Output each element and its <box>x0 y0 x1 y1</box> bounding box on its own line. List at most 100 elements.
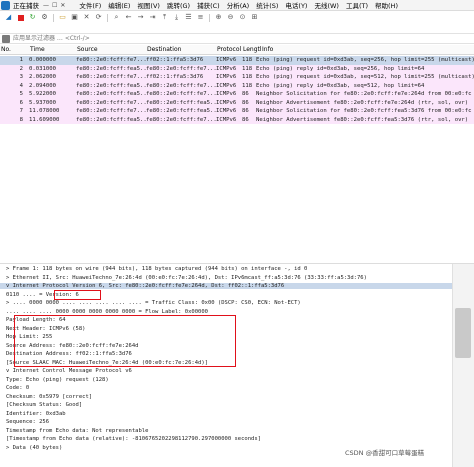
column-header-protocol[interactable]: Protocol <box>216 46 242 53</box>
restart-capture-icon[interactable]: ↻ <box>28 13 37 22</box>
go-to-packet-icon[interactable]: ⇥ <box>148 13 157 22</box>
packet-row[interactable]: 4 2.094000 fe80::2e0:fcff:fea5... fe80::… <box>0 81 474 90</box>
last-packet-icon[interactable]: ⤓ <box>172 13 181 22</box>
wireshark-fin-icon <box>1 0 10 10</box>
detail-ethernet-line[interactable]: > Ethernet II, Src: HuaweiTechno_7e:26:4… <box>6 275 367 281</box>
packet-row[interactable]: 8 11.609000 fe80::2e0:fcff:fea5... fe80:… <box>0 115 474 124</box>
close-icon[interactable]: ✕ <box>60 2 65 9</box>
start-capture-icon[interactable]: ◢ <box>4 13 13 22</box>
stop-capture-icon[interactable] <box>16 13 25 22</box>
column-header-source[interactable]: Source <box>76 46 146 53</box>
detail-frame-line[interactable]: > Frame 1: 118 bytes on wire (944 bits),… <box>6 266 307 272</box>
packet-info: Neighbor Advertisement fe80::2e0:fcff:fe… <box>256 116 469 123</box>
packet-destination: fe80::2e0:fcff:fea5... <box>146 108 216 115</box>
packet-info: Neighbor Solicitation for fe80::2e0:fcff… <box>256 108 472 115</box>
capture-options-icon[interactable]: ⚙ <box>40 13 49 22</box>
packet-source: fe80::2e0:fcff:fea5... <box>76 65 146 72</box>
packet-row[interactable]: 1 0.000000 fe80::2e0:fcff:fe7... ff02::1… <box>0 56 474 65</box>
details-scrollbar[interactable] <box>452 264 474 467</box>
menu-capture[interactable]: 捕获(C) <box>197 0 220 10</box>
detail-icmpv6-line[interactable]: v Internet Control Message Protocol v6 <box>6 368 132 374</box>
detail-data-line[interactable]: > Data (40 bytes) <box>6 445 62 451</box>
detail-ipv6-line[interactable]: v Internet Protocol Version 6, Src: fe80… <box>0 283 452 289</box>
menu-analyze[interactable]: 分析(A) <box>227 0 250 10</box>
packet-info: Echo (ping) reply id=0xd3ab, seq=512, ho… <box>256 82 425 89</box>
packet-row[interactable]: 3 2.062000 fe80::2e0:fcff:fe7... ff02::1… <box>0 73 474 82</box>
detail-checksum-status-line[interactable]: [Checksum Status: Good] <box>6 402 82 408</box>
detail-sequence-line[interactable]: Sequence: 256 <box>6 419 49 425</box>
auto-scroll-icon[interactable]: ☰ <box>184 13 193 22</box>
column-header-destination[interactable]: Destination <box>146 46 216 53</box>
menu-go[interactable]: 跳转(G) <box>167 0 190 10</box>
zoom-reset-icon[interactable]: ⊙ <box>238 13 247 22</box>
packet-row[interactable]: 2 0.031000 fe80::2e0:fcff:fea5... fe80::… <box>0 64 474 73</box>
packet-time: 2.062000 <box>29 74 56 81</box>
go-forward-icon[interactable]: → <box>136 13 145 22</box>
packet-row[interactable]: 5 5.922000 fe80::2e0:fcff:fea5... fe80::… <box>0 90 474 99</box>
packet-protocol: ICMPv6 <box>216 74 237 81</box>
column-header-no[interactable]: No. <box>0 46 29 53</box>
packet-length: 86 <box>242 108 249 115</box>
packet-info: Echo (ping) request id=0xd3ab, seq=256, … <box>256 57 474 64</box>
menu-edit[interactable]: 编辑(E) <box>108 0 130 10</box>
menu-help[interactable]: 帮助(H) <box>375 0 398 10</box>
window-controls: — ☐ ✕ <box>43 2 65 9</box>
save-file-icon[interactable]: ▣ <box>70 13 79 22</box>
packet-source: fe80::2e0:fcff:fe7... <box>76 57 146 64</box>
packet-no: 4 <box>19 82 23 89</box>
menu-file[interactable]: 文件(F) <box>79 0 101 10</box>
packet-destination: ff02::1:ffa5:3d76 <box>146 57 204 64</box>
menu-tools[interactable]: 工具(T) <box>346 0 368 10</box>
open-file-icon[interactable]: ▭ <box>58 13 67 22</box>
detail-code-line[interactable]: Code: 0 <box>6 385 29 391</box>
packet-protocol: ICMPv6 <box>216 91 237 98</box>
packet-no: 7 <box>19 108 23 115</box>
zoom-out-icon[interactable]: ⊖ <box>226 13 235 22</box>
menu-statistics[interactable]: 统计(S) <box>256 0 278 10</box>
detail-checksum-line[interactable]: Checksum: 0x5979 [correct] <box>6 394 92 400</box>
packet-row[interactable]: 7 11.078000 fe80::2e0:fcff:fe7... fe80::… <box>0 107 474 116</box>
column-header-info[interactable]: Info <box>261 46 474 53</box>
packet-time: 2.094000 <box>29 82 56 89</box>
go-back-icon[interactable]: ← <box>124 13 133 22</box>
display-filter-input[interactable] <box>13 34 474 43</box>
detail-timestamp-line[interactable]: Timestamp from Echo data: Not representa… <box>6 428 148 434</box>
minimize-icon[interactable]: — <box>43 2 49 9</box>
colorize-icon[interactable]: ≡ <box>196 13 205 22</box>
packet-length: 86 <box>242 91 249 98</box>
packet-destination: fe80::2e0:fcff:fe7... <box>146 116 216 123</box>
column-header-length[interactable]: Length <box>242 46 261 53</box>
detail-timestamp-relative-line[interactable]: [Timestamp from Echo data (relative): -8… <box>6 436 261 442</box>
packet-time: 5.922000 <box>29 91 56 98</box>
detail-traffic-class-line[interactable]: > .... 0000 0000 .... .... .... .... ...… <box>6 300 301 306</box>
packet-source: fe80::2e0:fcff:fea5... <box>76 91 146 98</box>
menu-wireless[interactable]: 无线(W) <box>314 0 339 10</box>
detail-type-line[interactable]: Type: Echo (ping) request (128) <box>6 377 109 383</box>
details-scrollbar-thumb[interactable] <box>455 308 471 358</box>
packet-no: 1 <box>19 57 23 64</box>
detail-identifier-line[interactable]: Identifier: 0xd3ab <box>6 411 66 417</box>
packet-no: 6 <box>19 99 23 106</box>
resize-columns-icon[interactable]: ⊞ <box>250 13 259 22</box>
reload-icon[interactable]: ⟳ <box>94 13 103 22</box>
toolbar-divider <box>53 13 54 22</box>
column-header-time[interactable]: Time <box>29 46 76 53</box>
detail-flow-label-line[interactable]: .... .... .... 0000 0000 0000 0000 0000 … <box>6 309 208 315</box>
packet-time: 0.000000 <box>29 57 56 64</box>
packet-list-header: No. Time Source Destination Protocol Len… <box>0 45 474 55</box>
packet-protocol: ICMPv6 <box>216 108 237 115</box>
menu-telephony[interactable]: 电话(Y) <box>285 0 307 10</box>
maximize-icon[interactable]: ☐ <box>52 2 57 9</box>
menu-view[interactable]: 视图(V) <box>137 0 160 10</box>
find-packet-icon[interactable]: ⌕ <box>112 13 121 22</box>
packet-source: fe80::2e0:fcff:fe7... <box>76 108 146 115</box>
first-packet-icon[interactable]: ⤒ <box>160 13 169 22</box>
packet-source: fe80::2e0:fcff:fea5... <box>76 82 146 89</box>
menu-bar: 文件(F) 编辑(E) 视图(V) 跳转(G) 捕获(C) 分析(A) 统计(S… <box>79 0 398 10</box>
packet-details-pane: > Frame 1: 118 bytes on wire (944 bits),… <box>0 263 474 467</box>
filter-bookmark-icon[interactable] <box>2 34 10 43</box>
window-title: 正在捕获 <box>13 2 39 10</box>
packet-row[interactable]: 6 5.937000 fe80::2e0:fcff:fe7... fe80::2… <box>0 98 474 107</box>
zoom-in-icon[interactable]: ⊕ <box>214 13 223 22</box>
close-file-icon[interactable]: ✕ <box>82 13 91 22</box>
